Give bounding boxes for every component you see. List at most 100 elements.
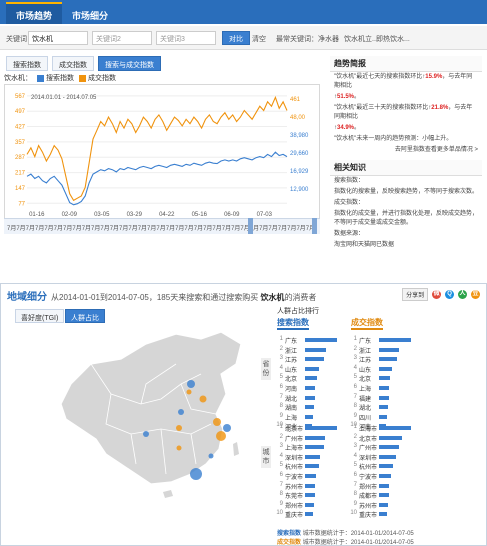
rank-number: 7	[279, 393, 283, 400]
weibo-share-icon[interactable]: 微	[432, 290, 442, 299]
rank-region-name: 浙江	[285, 348, 298, 355]
rank-region-name: 宁波市	[359, 475, 378, 481]
tab-market-trend[interactable]: 市场趋势	[6, 2, 63, 24]
keyword-input-3[interactable]: 关键词3	[156, 31, 216, 45]
rank-row: 8 东莞市	[275, 491, 341, 500]
compare-button[interactable]: 对比	[222, 31, 250, 45]
keyword-bar: 关键词 饮水机 关键词2 关键词3 对比 清空 最常关键词： 净水器 饮水机立.…	[0, 26, 487, 50]
recent-keywords-label: 最常关键词：	[276, 36, 318, 43]
rank-foot-deal-label: 成交指数	[277, 540, 302, 546]
rank-region-name: 宁波市	[285, 475, 304, 481]
rank-number: 2	[279, 345, 283, 352]
rank-number: 1	[279, 336, 283, 342]
rank-number: 2	[353, 433, 357, 440]
rank-number: 8	[279, 403, 283, 410]
china-map	[51, 324, 251, 504]
chart-legend: 饮水机： 搜索指数 成交指数	[4, 73, 116, 83]
rank-region-name: 广州市	[285, 436, 304, 443]
rank-title: 人群占比排行	[277, 308, 319, 315]
trend-brief-line: "饮水机"未来一周内的趋势预测：小幅上升。	[330, 134, 482, 145]
y-tick-label: 357	[15, 140, 26, 146]
rank-number: 9	[279, 500, 283, 507]
bubble-sichuan	[143, 431, 149, 437]
rank-row: 1 北京市	[275, 424, 341, 433]
rank-region-name: 福建	[359, 396, 372, 403]
rank-row: 6 上海	[349, 384, 415, 393]
slider-handle-left[interactable]	[248, 218, 253, 234]
legend-search[interactable]: 搜索指数	[46, 75, 74, 82]
recent-keyword-2[interactable]: 饮水机立...	[344, 34, 378, 44]
rank-bar	[379, 414, 387, 419]
rank-region-name: 山东	[285, 367, 298, 374]
rank-number: 10	[350, 510, 357, 517]
rank-search-header[interactable]: 搜索指数	[277, 317, 309, 330]
tab-search-index[interactable]: 搜索指数	[6, 56, 48, 71]
rank-number: 7	[353, 481, 357, 488]
region-title: 地域细分	[7, 292, 47, 303]
end-value-label: 12,900	[290, 187, 309, 193]
rank-number: 6	[279, 384, 283, 390]
keyword-input-2[interactable]: 关键词2	[92, 31, 152, 45]
rank-region-name: 江苏	[285, 358, 298, 365]
rank-row: 5 北京	[349, 374, 415, 383]
legend-swatch-search	[37, 74, 44, 82]
renren-share-icon[interactable]: 人	[458, 290, 468, 299]
rank-region-name: 深圳市	[359, 455, 378, 462]
rank-row: 4 深圳市	[349, 453, 415, 462]
rank-foot-deal-text: 城市数据统计于：2014-01-01/2014-07-05	[302, 540, 414, 546]
clear-link[interactable]: 清空	[252, 34, 266, 44]
y-tick-label: 217	[15, 171, 26, 177]
qzone-share-icon[interactable]: Q	[445, 290, 455, 299]
rank-region-name: 湖南	[285, 406, 298, 413]
region-desc-keyword: 饮水机	[260, 293, 285, 302]
tab-share-of-people[interactable]: 人群占比	[65, 309, 105, 323]
share-label[interactable]: 分享到	[402, 288, 429, 301]
rank-number: 2	[353, 345, 357, 352]
bubble-shandong	[199, 395, 207, 403]
y-tick-label: 287	[15, 155, 26, 161]
legend-deal[interactable]: 成交指数	[88, 75, 116, 82]
trend-line-text: "饮水机"最近七天的搜索指数环比	[334, 74, 423, 80]
rank-region-name: 郑州市	[285, 503, 304, 510]
rank-row: 1 广东	[349, 336, 415, 345]
keyword-input-1[interactable]: 饮水机	[28, 31, 88, 45]
rank-bar	[379, 426, 411, 430]
knowledge-line: 淘宝网和天猫网已数据	[334, 242, 395, 248]
bubble-jiangsu	[213, 418, 221, 426]
series-line-deal	[26, 95, 288, 202]
rank-bar	[379, 502, 388, 507]
rank-number: 7	[279, 481, 283, 488]
tab-search-and-deal[interactable]: 搜索与成交指数	[98, 56, 161, 71]
rank-number: 6	[353, 472, 357, 478]
tab-deal-index[interactable]: 成交指数	[52, 56, 94, 71]
rank-region-name: 深圳市	[285, 455, 304, 462]
rank-number: 9	[279, 412, 283, 419]
trend-line-pct: 15.9%	[425, 74, 443, 80]
keyword-label: 关键词	[6, 36, 27, 43]
trend-more-link[interactable]: 去阿里指数查看更多单品情况 >	[330, 145, 482, 156]
rank-number: 3	[353, 443, 357, 450]
knowledge-line: 成交指数：	[334, 200, 365, 206]
rank-number: 3	[353, 355, 357, 362]
rank-row: 7 湖北	[275, 393, 341, 403]
rank-region-name: 上海市	[285, 446, 304, 453]
trend-line-pct: 34.9%	[337, 125, 355, 131]
date-range-slider[interactable]: 7月7月7月7月7月7月7月7月7月7月7月7月7月7月7月7月7月7月7月7月…	[4, 218, 320, 234]
region-segment-panel: 地域细分 从2014-01-01到2014-07-05，185天来搜索和通过搜索购…	[0, 283, 487, 546]
recent-keyword-3[interactable]: 即热饮水...	[376, 34, 410, 44]
bubble-zhejiang	[216, 431, 226, 441]
douban-share-icon[interactable]: 豆	[471, 290, 480, 299]
recent-keyword-1[interactable]: 净水器	[318, 34, 339, 44]
rank-number: 7	[353, 393, 357, 400]
slider-handle-right[interactable]	[312, 218, 317, 234]
china-map-svg	[60, 331, 242, 498]
tab-market-segment[interactable]: 市场细分	[62, 4, 118, 24]
y-tick-label: 427	[15, 125, 26, 131]
knowledge-line: 搜索指数：	[334, 178, 365, 184]
rank-deal-header[interactable]: 成交指数	[351, 317, 383, 330]
hainan-island	[163, 490, 173, 498]
tab-tgi[interactable]: 喜好度(TGI)	[15, 309, 65, 323]
rank-row: 3 江苏	[275, 355, 341, 365]
taiwan-island	[233, 442, 239, 456]
rank-foot-deal: 成交指数 城市数据统计于：2014-01-01/2014-07-05	[277, 537, 414, 546]
